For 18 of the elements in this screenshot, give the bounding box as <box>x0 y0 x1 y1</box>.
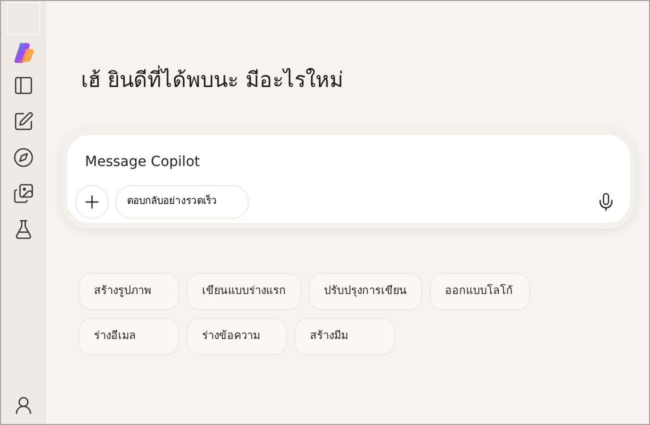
compass-icon[interactable] <box>13 147 34 168</box>
flask-icon[interactable] <box>13 219 34 240</box>
profile-icon[interactable] <box>13 395 34 416</box>
suggestion-chip[interactable]: สร้างมีม <box>295 318 395 354</box>
add-button[interactable] <box>75 184 109 218</box>
suggestion-chip[interactable]: สร้างรูปภาพ <box>79 272 179 310</box>
suggestion-chip[interactable]: ร่างข้อความ <box>187 318 287 354</box>
greeting: เฮ้ ยินดีที่ได้พบนะ มีอะไรใหม่ <box>81 65 636 96</box>
suggestion-chip[interactable]: ร่างอีเมล <box>79 318 179 354</box>
logo-icon[interactable] <box>12 41 34 63</box>
mode-button[interactable]: ตอบกลับอย่างรวดเร็ว <box>115 184 249 218</box>
compose-icon[interactable] <box>13 111 34 132</box>
images-icon[interactable] <box>13 183 34 204</box>
message-field[interactable]: Message Copilot <box>85 152 632 172</box>
sidebar-icon[interactable] <box>13 75 34 96</box>
suggestion-chip[interactable]: ออกแบบโลโก้ <box>430 272 530 310</box>
suggestion-chip[interactable]: ปรับปรุงการเขียน <box>309 272 422 310</box>
suggestion-chip[interactable]: เขียนแบบร่างแรก <box>187 272 301 310</box>
